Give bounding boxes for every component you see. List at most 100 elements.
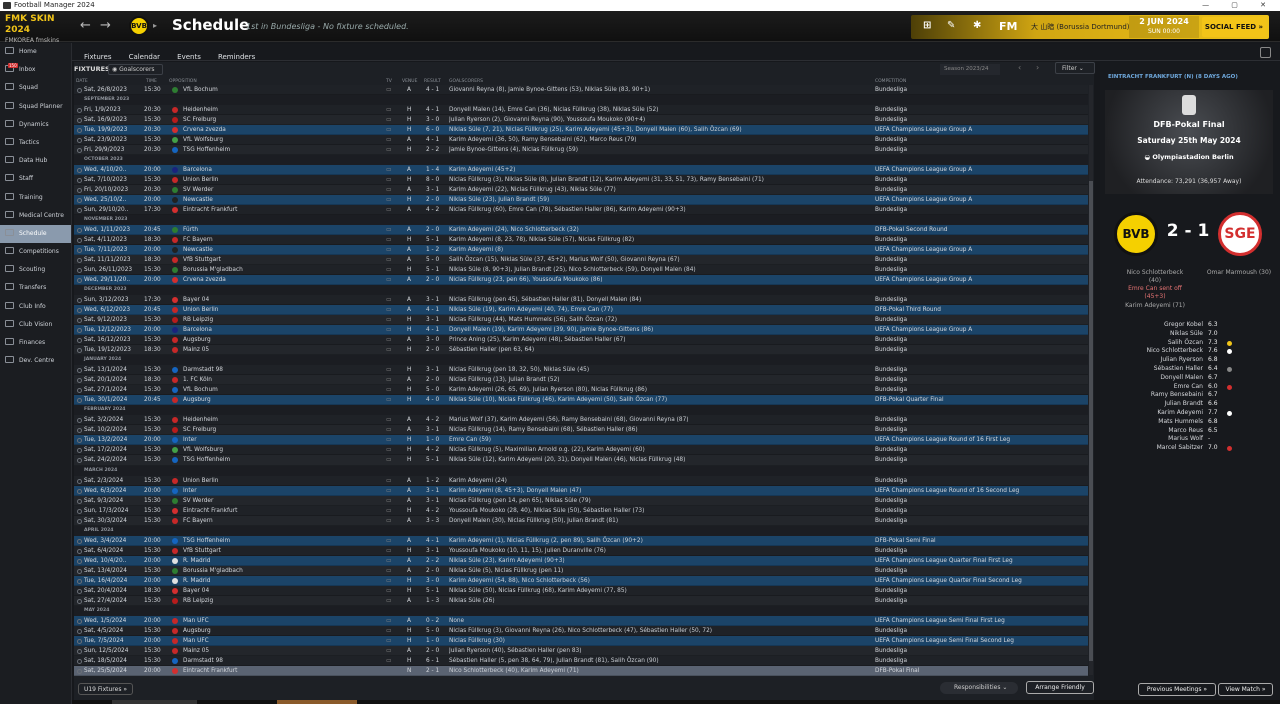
sidebar-item-squad[interactable]: Squad [0,79,71,97]
sidebar-item-transfers[interactable]: Transfers [0,279,71,297]
opponent-name[interactable]: Newcastle [183,245,333,255]
fixture-row[interactable]: Wed, 29/11/20.. 20:00 Crvena zvezda A 2 - 0 N… [74,275,1088,286]
opponent-name[interactable]: TSG Hoffenheim [183,536,333,546]
sidebar-item-tactics[interactable]: Tactics [0,134,71,152]
fixture-row[interactable]: Sat, 23/9/2023 15:30 VfL Wolfsburg A 4 - 1 Ka… [74,135,1088,146]
opponent-name[interactable]: Mainz 05 [183,646,333,656]
fixture-row[interactable]: Tue, 16/4/2024 20:00 R. Madrid H 3 - 0 Karim … [74,575,1088,586]
fixture-row[interactable]: Wed, 1/5/2024 20:00 Man UFC A 0 - 2 None UEFA … [74,615,1088,626]
fixture-row[interactable]: Sat, 20/1/2024 18:30 1. FC Köln A 2 - 0 Nicla… [74,375,1088,386]
opponent-name[interactable]: Darmstadt 98 [183,656,333,666]
fixture-row[interactable]: Wed, 6/3/2024 20:00 Inter A 3 - 1 Karim Adeye… [74,485,1088,496]
fixture-row[interactable]: Fri, 20/10/2023 20:30 SV Werder A 3 - 1 Karim… [74,185,1088,196]
competition-name[interactable]: Bundesliga [875,85,1085,95]
competition-name[interactable]: Bundesliga [875,335,1085,345]
player-rating-row[interactable]: Julian Ryerson 6.8 [1110,356,1278,365]
competition-name[interactable]: Bundesliga [875,506,1085,516]
competition-name[interactable]: Bundesliga [875,315,1085,325]
settings-icon[interactable]: ✱ [973,20,981,31]
fixture-row[interactable]: Sat, 13/4/2024 15:30 Borussia M'gladbach A 2… [74,565,1088,576]
fixture-row[interactable]: Sat, 26/8/2023 15:30 VfL Bochum A 4 - 1 Giova… [74,85,1088,96]
opponent-name[interactable]: Eintracht Frankfurt [183,506,333,516]
player-rating-row[interactable]: Sébastien Haller 6.4 [1110,365,1278,374]
next-season-icon[interactable]: › [1036,63,1039,72]
season-select[interactable]: Season 2023/24 [940,64,1000,75]
player-rating-row[interactable]: Marco Reus 6.5 [1110,427,1278,436]
col-opposition[interactable]: OPPOSITION [169,78,197,85]
competition-name[interactable]: Bundesliga [875,135,1085,145]
competition-name[interactable]: UEFA Champions League Semi Final First L… [875,616,1085,626]
fixture-row[interactable]: Sat, 3/2/2024 15:30 Heidenheim A 4 - 2 Marius… [74,415,1088,426]
sidebar-item-inbox[interactable]: 150 Inbox [0,61,71,79]
panel-heading[interactable]: EINTRACHT FRANKFURT (N) (8 DAYS AGO) [1108,74,1238,80]
competition-name[interactable]: Bundesliga [875,185,1085,195]
fm-logo[interactable]: FM [999,20,1017,33]
forward-arrow-icon[interactable]: → [100,18,120,33]
fixture-row[interactable]: Sun, 26/11/2023 15:30 Borussia M'gladbach H… [74,265,1088,276]
sidebar-item-squad-planner[interactable]: Squad Planner [0,98,71,116]
competition-name[interactable]: Bundesliga [875,455,1085,465]
responsibilities-button[interactable]: Responsibilities ⌄ [940,682,1018,694]
opponent-name[interactable]: Inter [183,486,333,496]
player-rating-row[interactable]: Marius Wolf - [1110,435,1278,444]
sidebar-item-staff[interactable]: Staff [0,170,71,188]
opponent-name[interactable]: R. Madrid [183,576,333,586]
fixture-row[interactable]: Fri, 29/9/2023 20:30 TSG Hoffenheim H 2 - 2 J… [74,145,1088,156]
opponent-name[interactable]: VfL Wolfsburg [183,135,333,145]
competition-name[interactable]: Bundesliga [875,445,1085,455]
player-rating-row[interactable]: Gregor Kobel 6.3 [1110,321,1278,330]
opponent-name[interactable]: Eintracht Frankfurt [183,666,333,676]
fixture-row[interactable]: Fri, 1/9/2023 20:30 Heidenheim H 4 - 1 Donyel… [74,105,1088,116]
fixture-row[interactable]: Sun, 29/10/20.. 17:30 Eintracht Frankfurt A… [74,205,1088,216]
opponent-name[interactable]: VfL Wolfsburg [183,445,333,455]
club-crest[interactable]: BVB [129,16,149,36]
opponent-name[interactable]: Mainz 05 [183,345,333,355]
competition-name[interactable]: Bundesliga [875,656,1085,666]
opponent-name[interactable]: RB Leipzig [183,315,333,325]
sidebar-item-training[interactable]: Training [0,189,71,207]
opponent-name[interactable]: Bayer 04 [183,295,333,305]
fixture-row[interactable]: Sat, 27/4/2024 15:30 RB Leipzig A 1 - 3 Nikla… [74,595,1088,606]
col-venue[interactable]: VENUE [402,78,417,85]
arrange-friendly-button[interactable]: Arrange Friendly [1026,681,1094,694]
fixture-row[interactable]: Wed, 25/10/2.. 20:00 Newcastle H 2 - 0 Niklas… [74,195,1088,206]
game-date[interactable]: 2 JUN 2024 SUN 00:00 [1129,16,1199,38]
fixture-row[interactable]: Sat, 10/2/2024 15:30 SC Freiburg A 3 - 1 Nicl… [74,425,1088,436]
home-crest[interactable]: BVB [1114,212,1158,256]
competition-name[interactable]: Bundesliga [875,586,1085,596]
competition-name[interactable]: Bundesliga [875,596,1085,606]
fixture-row[interactable]: Sat, 30/3/2024 15:30 FC Bayern A 3 - 3 Donyel… [74,515,1088,526]
view-toggle-icon[interactable] [1260,47,1271,58]
player-rating-row[interactable]: Julian Brandt 6.6 [1110,400,1278,409]
dashboard-icon[interactable]: ⊞ [923,20,931,31]
competition-name[interactable]: Bundesliga [875,646,1085,656]
opponent-name[interactable]: Augsburg [183,626,333,636]
opponent-name[interactable]: VfB Stuttgart [183,255,333,265]
fixture-row[interactable]: Sat, 16/9/2023 15:30 SC Freiburg H 3 - 0 Juli… [74,115,1088,126]
opponent-name[interactable]: Augsburg [183,395,333,405]
opponent-name[interactable]: Borussia M'gladbach [183,265,333,275]
competition-name[interactable]: UEFA Champions League Round of 16 Second… [875,486,1085,496]
competition-name[interactable]: Bundesliga [875,255,1085,265]
fixture-row[interactable]: Sat, 24/2/2024 15:30 TSG Hoffenheim H 5 - 1 N… [74,455,1088,466]
player-rating-row[interactable]: Marcel Sabitzer 7.0 [1110,444,1278,453]
fixture-row[interactable]: Sat, 9/12/2023 15:30 RB Leipzig H 3 - 1 Nicla… [74,315,1088,326]
sidebar-item-data-hub[interactable]: Data Hub [0,152,71,170]
competition-name[interactable]: Bundesliga [875,115,1085,125]
competition-name[interactable]: UEFA Champions League Group A [875,165,1085,175]
opponent-name[interactable]: Inter [183,435,333,445]
fixture-row[interactable]: Tue, 7/11/2023 20:00 Newcastle A 1 - 2 Karim … [74,245,1088,256]
competition-name[interactable]: Bundesliga [875,145,1085,155]
competition-name[interactable]: Bundesliga [875,626,1085,636]
competition-name[interactable]: Bundesliga [875,365,1085,375]
fixture-row[interactable]: Sat, 4/5/2024 15:30 Augsburg H 5 - 0 Niclas F… [74,625,1088,636]
fixture-row[interactable]: Sat, 18/5/2024 15:30 Darmstadt 98 H 6 - 1 Séb… [74,655,1088,666]
sidebar-item-schedule[interactable]: Schedule [0,224,71,244]
fixture-row[interactable]: Wed, 4/10/20.. 20:00 Barcelona A 1 - 4 Karim … [74,165,1088,176]
fixture-row[interactable]: Sun, 17/3/2024 15:30 Eintracht Frankfurt H 4… [74,505,1088,516]
opponent-name[interactable]: Crvena zvezda [183,275,333,285]
opponent-name[interactable]: Crvena zvezda [183,125,333,135]
opponent-name[interactable]: Fürth [183,225,333,235]
sidebar-item-home[interactable]: Home [0,43,71,61]
previous-meetings-button[interactable]: Previous Meetings » [1138,683,1216,696]
